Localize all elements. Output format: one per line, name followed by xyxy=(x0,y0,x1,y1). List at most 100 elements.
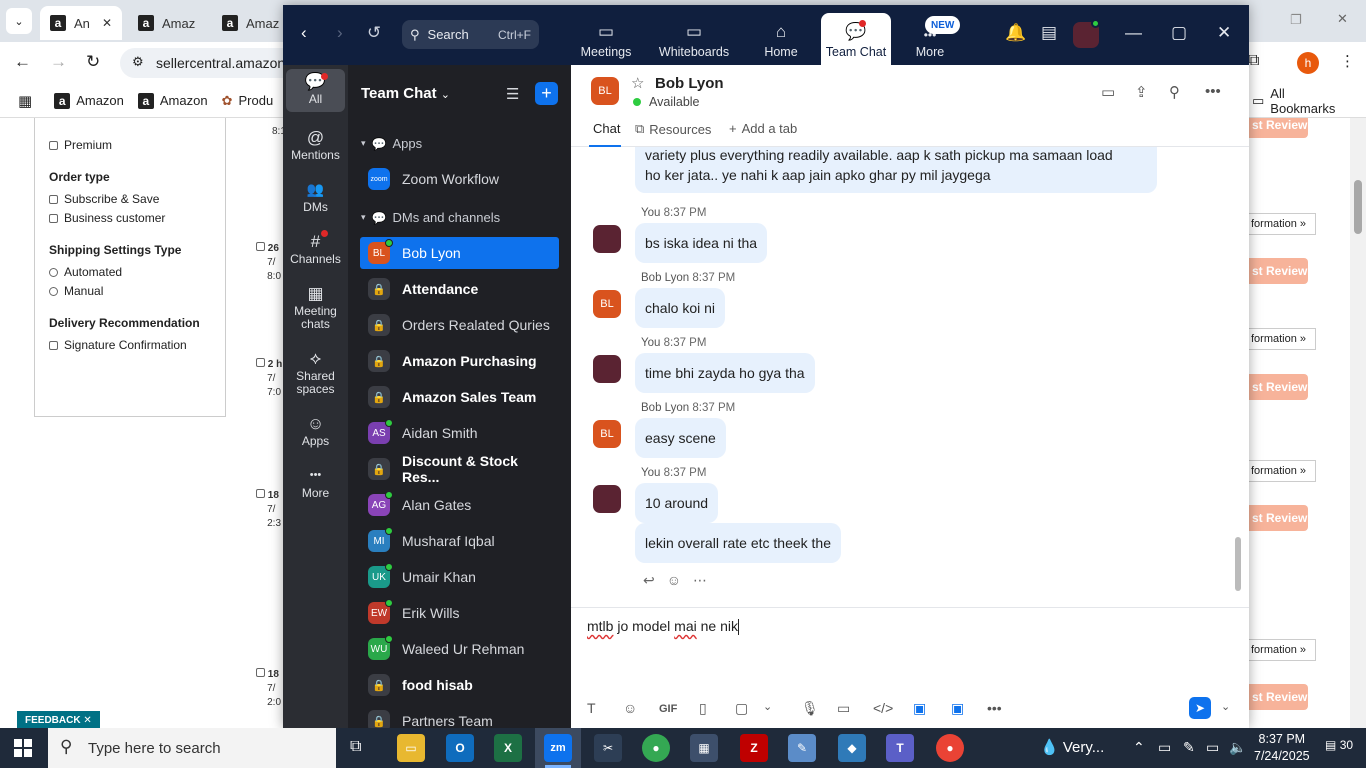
rail-meeting-chats[interactable]: ▦ Meeting chats xyxy=(286,285,345,331)
star-icon[interactable]: ☆ xyxy=(631,74,644,92)
apps-section-header[interactable]: ▾ 💬 Apps xyxy=(361,136,422,151)
chat-scrollbar-thumb[interactable] xyxy=(1235,537,1241,591)
more-information-link[interactable]: formation » xyxy=(1248,213,1316,235)
list-item[interactable]: 🔒 Discount & Stock Res... xyxy=(360,453,559,485)
video-call-icon[interactable]: ▭ xyxy=(1101,83,1115,101)
new-chat-button[interactable]: + xyxy=(535,82,558,105)
message-input[interactable]: mtlb jo model mai ne nik xyxy=(587,618,739,636)
contact-name[interactable]: Bob Lyon xyxy=(655,75,724,92)
zoom-app-icon[interactable]: ▣ xyxy=(913,700,926,717)
request-review-button[interactable]: st Review xyxy=(1248,118,1308,138)
list-item[interactable]: UK Umair Khan xyxy=(360,561,559,593)
more-options-icon[interactable]: ••• xyxy=(1205,83,1221,100)
reload-icon[interactable]: ↻ xyxy=(86,52,100,72)
calendar-icon[interactable]: ▤ xyxy=(1041,23,1057,43)
forward-icon[interactable]: → xyxy=(50,52,67,72)
request-review-button[interactable]: st Review xyxy=(1248,505,1308,531)
tab-resources[interactable]: ⧉ Resources xyxy=(635,121,711,137)
my-avatar[interactable] xyxy=(593,485,621,513)
restore-window-icon[interactable]: ❐ xyxy=(1290,12,1302,28)
notepad-icon[interactable]: ✎ xyxy=(788,734,816,762)
rail-all[interactable]: 💬 All xyxy=(286,69,345,112)
volume-icon[interactable]: 🔈 xyxy=(1229,739,1246,756)
order-checkbox[interactable] xyxy=(256,242,265,251)
tab-home[interactable]: ⌂ Home xyxy=(757,13,805,65)
apps-grid-icon[interactable]: ▦ xyxy=(18,92,32,110)
list-item[interactable]: 🔒 Orders Realated Quries xyxy=(360,309,559,341)
list-item-zoom-workflow[interactable]: zoom Zoom Workflow xyxy=(360,163,559,195)
minimize-icon[interactable]: — xyxy=(1125,23,1142,43)
whiteboard-app-icon[interactable]: ▣ xyxy=(951,700,964,717)
tab-meetings[interactable]: ▭ Meetings xyxy=(575,13,637,65)
text-format-icon[interactable]: T xyxy=(587,700,596,716)
filter-manual[interactable]: Manual xyxy=(49,284,211,298)
emoji-icon[interactable]: ☺ xyxy=(623,700,637,716)
send-button[interactable]: ➤ xyxy=(1189,697,1211,719)
dms-section-header[interactable]: ▾ 💬 DMs and channels xyxy=(361,210,500,225)
browser-tab-1[interactable]: a An ✕ xyxy=(40,6,122,40)
back-icon[interactable]: ‹ xyxy=(301,23,307,43)
order-checkbox[interactable] xyxy=(256,668,265,677)
list-item[interactable]: AG Alan Gates xyxy=(360,489,559,521)
chevron-down-icon[interactable]: ⌄ xyxy=(763,700,772,713)
system-clock[interactable]: 8:37 PM 7/24/2025 xyxy=(1254,731,1310,765)
more-dots-icon[interactable]: ••• xyxy=(987,700,1002,716)
request-review-button[interactable]: st Review xyxy=(1248,374,1308,400)
rail-mentions[interactable]: @ Mentions xyxy=(286,129,345,162)
page-scrollbar-thumb[interactable] xyxy=(1354,180,1362,234)
filter-automated[interactable]: Automated xyxy=(49,265,211,279)
message-bubble[interactable]: easy scene xyxy=(635,418,726,458)
file-explorer-icon[interactable]: ▭ xyxy=(397,734,425,762)
chrome-icon[interactable]: ● xyxy=(642,734,670,762)
share-screen-icon[interactable]: ⇪ xyxy=(1135,83,1148,101)
message-bubble[interactable]: bs iska idea ni tha xyxy=(635,223,768,263)
rail-apps[interactable]: ☺ Apps xyxy=(286,415,345,448)
contact-avatar[interactable]: BL xyxy=(593,420,621,448)
request-review-button[interactable]: st Review xyxy=(1248,258,1308,284)
request-review-button[interactable]: st Review xyxy=(1248,684,1308,710)
close-icon[interactable]: ✕ xyxy=(1217,23,1231,43)
tab-chat[interactable]: Chat xyxy=(593,121,620,136)
more-information-link[interactable]: formation » xyxy=(1248,639,1316,661)
more-information-link[interactable]: formation » xyxy=(1248,460,1316,482)
tab-whiteboards[interactable]: ▭ Whiteboards xyxy=(653,13,735,65)
message-bubble[interactable]: lekin overall rate etc theek the xyxy=(635,523,841,563)
excel-icon[interactable]: X xyxy=(494,734,522,762)
more-information-link[interactable]: formation » xyxy=(1248,328,1316,350)
snipping-tool-icon[interactable]: ✂ xyxy=(594,734,622,762)
filter-icon[interactable]: ☰ xyxy=(506,85,519,103)
more-dots-icon[interactable]: ⋯ xyxy=(693,572,707,589)
list-item[interactable]: 🔒 food hisab xyxy=(360,669,559,701)
message-bubble[interactable]: time bhi zayda ho gya tha xyxy=(635,353,815,393)
code-snippet-icon[interactable]: </> xyxy=(873,700,893,716)
my-avatar[interactable] xyxy=(593,355,621,383)
list-item[interactable]: 🔒 Attendance xyxy=(360,273,559,305)
rail-shared-spaces[interactable]: ⟡ Shared spaces xyxy=(286,350,345,396)
rail-more[interactable]: ••• More xyxy=(286,469,345,500)
send-options-icon[interactable]: ⌄ xyxy=(1221,700,1230,713)
close-window-icon[interactable]: ✕ xyxy=(1337,11,1348,27)
contact-avatar[interactable]: BL xyxy=(593,290,621,318)
browser-menu-icon[interactable]: ⋮ xyxy=(1340,52,1355,70)
filter-signature-confirmation[interactable]: Signature Confirmation xyxy=(49,338,211,352)
message-bubble[interactable]: variety plus everything readily availabl… xyxy=(635,147,1157,193)
search-icon[interactable]: ⚲ xyxy=(1169,83,1180,101)
list-item[interactable]: 🔒 Amazon Purchasing xyxy=(360,345,559,377)
network-icon[interactable]: ▭ xyxy=(1206,739,1219,756)
my-avatar[interactable] xyxy=(593,225,621,253)
tab-add-a-tab[interactable]: + Add a tab xyxy=(729,121,797,136)
start-button[interactable] xyxy=(14,739,32,757)
list-item[interactable]: 🔒 Amazon Sales Team xyxy=(360,381,559,413)
video-message-icon[interactable]: ▭ xyxy=(837,700,850,717)
order-checkbox[interactable] xyxy=(256,489,265,498)
bookmark-amazon-2[interactable]: a Amazon xyxy=(137,92,208,109)
pen-icon[interactable]: ✎ xyxy=(1183,739,1195,756)
gif-icon[interactable]: GIF xyxy=(659,703,677,715)
list-item[interactable]: WU Waleed Ur Rehman xyxy=(360,633,559,665)
history-icon[interactable]: ↺ xyxy=(367,23,381,43)
browser-tab-2[interactable]: a Amaz xyxy=(128,6,205,40)
outlook-icon[interactable]: O xyxy=(446,734,474,762)
maximize-icon[interactable]: ▢ xyxy=(1171,23,1187,43)
order-checkbox[interactable] xyxy=(256,358,265,367)
bookmark-products[interactable]: ✿ Produ xyxy=(222,93,274,109)
